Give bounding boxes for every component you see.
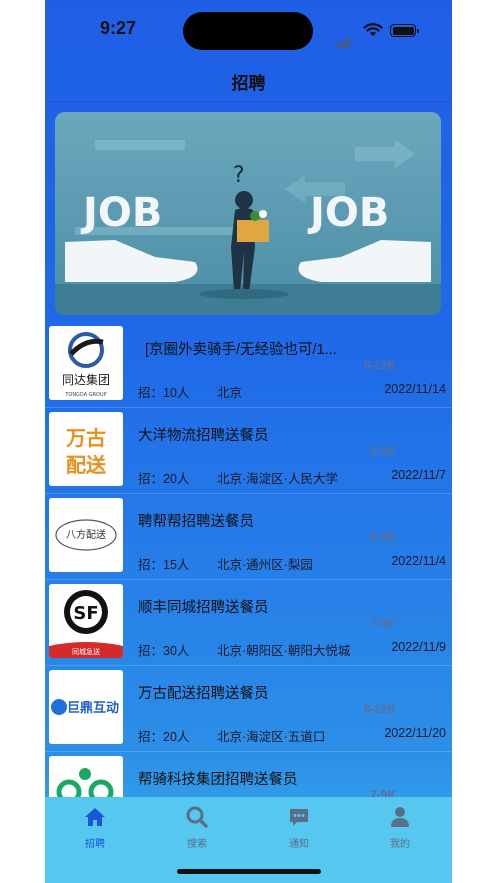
svg-text:SF: SF <box>73 603 98 624</box>
wifi-icon <box>363 23 383 36</box>
job-title: 大洋物流招聘送餐员 <box>138 428 269 444</box>
job-headcount: 招：15人 <box>138 558 190 572</box>
list-item[interactable]: 同达集团 TONGDA GROUP [京圈外卖骑手/无经验也可/1... 8-1… <box>45 322 452 408</box>
search-icon <box>186 806 208 828</box>
job-title: 万古配送招聘送餐员 <box>138 686 269 702</box>
job-date: 2022/11/14 <box>384 382 446 396</box>
job-headcount: 招：30人 <box>138 644 190 658</box>
job-headcount: 招：10人 <box>138 386 190 400</box>
list-item[interactable]: SF 同城急送 顺丰同城招聘送餐员 7-8K 招：30人 北京·朝阳区·朝阳大悦… <box>45 580 452 666</box>
job-date: 2022/11/9 <box>391 640 446 654</box>
message-icon <box>290 809 308 826</box>
dynamic-island <box>183 12 313 50</box>
company-logo: 巨鼎互动 <box>49 670 123 744</box>
job-headcount: 招：20人 <box>138 730 190 744</box>
tab-label: 招聘 <box>85 839 105 850</box>
svg-text:同城急送: 同城急送 <box>72 647 100 656</box>
company-logo: 万古 配送 <box>49 412 123 486</box>
job-title: [京圈外卖骑手/无经验也可/1... <box>145 342 337 358</box>
job-headcount: 招：20人 <box>138 472 190 486</box>
job-banner[interactable]: JOB JOB ? <box>55 112 441 315</box>
company-logo: 同达集团 TONGDA GROUP <box>49 326 123 400</box>
job-salary: 8-12K <box>363 702 396 716</box>
job-date: 2022/11/4 <box>391 554 446 568</box>
banner-left-text: JOB <box>80 190 162 236</box>
job-salary: 8-9K <box>369 444 396 458</box>
list-item[interactable]: 万古 配送 大洋物流招聘送餐员 8-9K 招：20人 北京·海淀区·人民大学 2… <box>45 408 452 494</box>
list-item[interactable]: 巨鼎互动 万古配送招聘送餐员 8-12K 招：20人 北京·海淀区·五道口 20… <box>45 666 452 752</box>
svg-text:同达集团: 同达集团 <box>62 372 110 387</box>
job-salary: 8-12K <box>363 358 396 372</box>
company-logo: 八方配送 <box>49 498 123 572</box>
status-time: 9:27 <box>100 18 137 38</box>
banner-illustration: JOB JOB ? <box>55 112 441 315</box>
job-location: 北京·海淀区·人民大学 <box>217 472 338 486</box>
tab-label: 搜索 <box>187 839 207 850</box>
home-indicator[interactable] <box>177 869 321 874</box>
svg-text:配送: 配送 <box>66 453 107 477</box>
svg-text:万古: 万古 <box>65 426 106 450</box>
app-screen: 9:27 招聘 JOB JOB ? 同达集团 TONGDA GROUP [京圈外… <box>45 0 452 883</box>
job-salary: 8-9K <box>369 530 396 544</box>
job-location: 北京·朝阳区·朝阳大悦城 <box>217 644 351 658</box>
person-icon <box>391 807 409 827</box>
svg-text:TONGDA GROUP: TONGDA GROUP <box>64 392 106 398</box>
company-logo: SF 同城急送 <box>49 584 123 658</box>
tab-profile[interactable]: 我的 <box>370 805 430 850</box>
job-location: 北京 <box>217 386 243 400</box>
home-icon <box>85 808 105 826</box>
tab-label: 我的 <box>390 839 410 850</box>
job-salary: 7-8K <box>369 616 396 630</box>
svg-text:八方配送: 八方配送 <box>66 528 106 541</box>
job-date: 2022/11/7 <box>391 468 446 482</box>
job-date: 2022/11/20 <box>384 726 446 740</box>
svg-text:巨鼎互动: 巨鼎互动 <box>67 701 119 716</box>
job-title: 顺丰同城招聘送餐员 <box>138 600 269 616</box>
job-location: 北京·通州区·梨园 <box>217 558 313 572</box>
job-location: 北京·海淀区·五道口 <box>217 730 326 744</box>
navigation-bar: 招聘 <box>45 58 452 102</box>
tab-notifications[interactable]: 通知 <box>269 805 329 850</box>
banner-right-text: JOB <box>307 190 389 236</box>
list-item[interactable]: 八方配送 聘帮帮招聘送餐员 8-9K 招：15人 北京·通州区·梨园 2022/… <box>45 494 452 580</box>
page-title: 招聘 <box>231 74 266 93</box>
job-title: 帮骑科技集团招聘送餐员 <box>138 772 298 788</box>
tab-search[interactable]: 搜索 <box>167 805 227 850</box>
tab-home[interactable]: 招聘 <box>65 805 125 850</box>
job-title: 聘帮帮招聘送餐员 <box>138 514 254 530</box>
tab-label: 通知 <box>289 839 309 850</box>
banner-question: ? <box>233 163 245 188</box>
cellular-signal-icon <box>335 30 351 48</box>
battery-icon <box>390 24 419 37</box>
status-bar: 9:27 <box>45 0 452 58</box>
job-list: 同达集团 TONGDA GROUP [京圈外卖骑手/无经验也可/1... 8-1… <box>45 322 452 838</box>
